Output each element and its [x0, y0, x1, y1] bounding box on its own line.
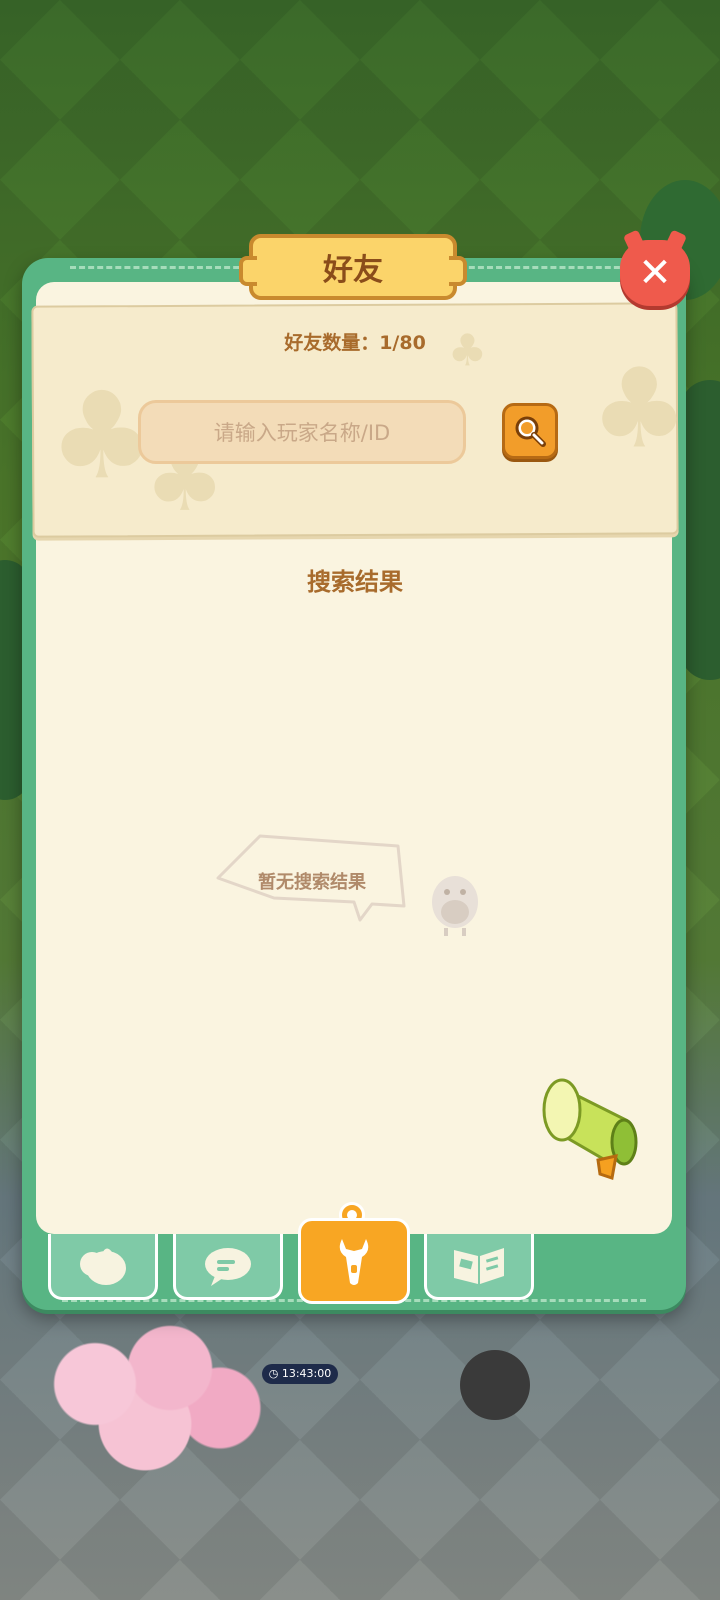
tab-chat[interactable]: [173, 1234, 283, 1300]
dialog-title-tab: 好友: [239, 234, 467, 300]
search-results-title: 搜索结果: [307, 568, 403, 596]
search-placeholder: 请输入玩家名称/ID: [213, 421, 391, 445]
clover-decoration-icon: ♣: [447, 325, 488, 377]
dialog-title: 好友: [323, 253, 383, 288]
build-timer: ◷ 13:43:00: [262, 1364, 338, 1384]
open-book-icon: [454, 1247, 504, 1284]
tab-friends[interactable]: [48, 1234, 158, 1300]
camera-prop: [460, 1350, 530, 1420]
tab-guide[interactable]: [424, 1234, 534, 1300]
empty-results-text: 暂无搜索结果: [258, 872, 366, 893]
clover-decoration-icon: ♣: [589, 344, 689, 473]
chick-icon: [80, 1247, 126, 1285]
wrench-icon: [339, 1239, 369, 1285]
friend-count: 好友数量：1/80: [284, 332, 426, 354]
chick-mascot-icon: [432, 876, 478, 936]
megaphone-icon[interactable]: [540, 1068, 644, 1182]
search-button[interactable]: [502, 403, 558, 459]
player-search-input[interactable]: 请输入玩家名称/ID: [138, 400, 466, 464]
build-timer-text: 13:43:00: [281, 1367, 332, 1380]
search-icon: [515, 416, 546, 447]
chat-bubble-icon: [205, 1247, 251, 1286]
close-button[interactable]: ✕: [620, 240, 690, 306]
cherry-blossom-tree: [20, 1320, 270, 1480]
tab-search-tools[interactable]: [298, 1218, 410, 1304]
close-icon: ✕: [638, 250, 672, 296]
